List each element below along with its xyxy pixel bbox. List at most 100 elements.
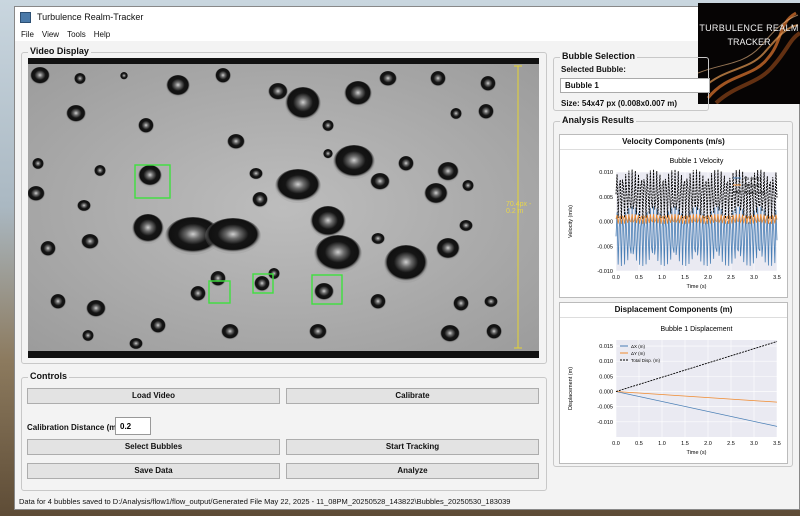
legend-label: ΔX (m) xyxy=(631,344,646,349)
calibration-distance-label: Calibration Distance (m): xyxy=(27,423,122,432)
bubble xyxy=(314,283,334,301)
menu-help[interactable]: Help xyxy=(94,30,110,39)
legend-label: ΔY (m) xyxy=(631,351,645,356)
selected-bubble-label: Selected Bubble: xyxy=(561,65,626,74)
controls-title: Controls xyxy=(28,371,69,381)
bubble xyxy=(440,325,460,343)
load-video-button[interactable]: Load Video xyxy=(27,388,280,404)
y-tick-label: 0.015 xyxy=(599,344,613,350)
bubble xyxy=(40,241,56,257)
select-bubbles-button[interactable]: Select Bubbles xyxy=(27,439,280,455)
legend-label: Vy (m/s) xyxy=(744,183,761,188)
velocity-chart: Bubble 1 Velocity 0.0 0.5 1.0 1.5 2.0 2.5 3.0 3.… xyxy=(568,158,781,290)
selected-bubble-dropdown[interactable]: Bubble 1 xyxy=(560,78,710,93)
velocity-panel: Velocity Components (m/s) Bubble 1 Veloc… xyxy=(559,134,788,298)
bubble xyxy=(252,192,268,208)
bubble xyxy=(370,173,390,191)
x-axis-label: Time (s) xyxy=(687,450,707,456)
bubble xyxy=(86,300,106,318)
logo-line-2: TRACKER xyxy=(727,37,771,47)
bubble xyxy=(453,296,469,312)
bubble xyxy=(81,234,99,250)
bubble xyxy=(462,180,474,192)
chart-title: Bubble 1 Velocity xyxy=(670,158,724,165)
y-tick-label: 0.005 xyxy=(599,374,613,380)
x-tick-label: 0.0 xyxy=(612,441,620,447)
calibration-distance-input[interactable] xyxy=(115,417,151,435)
app-logo: TURBULENCE REALM TRACKER xyxy=(698,3,800,104)
y-tick-label: 0.000 xyxy=(599,390,613,396)
y-tick-label: 0.010 xyxy=(599,359,613,365)
logo-line-1: TURBULENCE REALM xyxy=(699,23,799,33)
video-frame[interactable]: 70.4px - 0.2 m xyxy=(28,58,539,358)
bubble xyxy=(333,145,375,179)
y-tick-label: 0.000 xyxy=(599,220,613,226)
bubble xyxy=(129,338,143,350)
y-tick-label: 0.010 xyxy=(599,170,613,176)
x-tick-label: 1.0 xyxy=(658,441,666,447)
bubble xyxy=(478,104,494,120)
x-tick-label: 3.0 xyxy=(750,275,758,281)
bubble xyxy=(30,67,50,85)
bubble xyxy=(371,233,385,245)
window-title: Turbulence Realm-Tracker xyxy=(37,12,144,22)
bubble xyxy=(384,245,428,283)
y-tick-label: -0.005 xyxy=(597,405,613,411)
bubble xyxy=(66,105,86,123)
legend-label: Vx (m/s) xyxy=(744,176,761,181)
bubble xyxy=(249,168,263,180)
menu-bar: File View Tools Help xyxy=(15,27,799,41)
bubble xyxy=(74,73,86,85)
analysis-results-title: Analysis Results xyxy=(560,115,637,125)
bubble xyxy=(398,156,414,172)
bubble xyxy=(322,120,334,132)
video-image[interactable] xyxy=(28,64,539,351)
velocity-panel-title: Velocity Components (m/s) xyxy=(560,135,787,150)
menu-tools[interactable]: Tools xyxy=(67,30,86,39)
menu-view[interactable]: View xyxy=(42,30,59,39)
bubble xyxy=(215,68,231,84)
y-axis-label: Displacement (m) xyxy=(568,367,574,410)
bubble xyxy=(94,165,106,177)
menu-file[interactable]: File xyxy=(21,30,34,39)
displacement-chart: Bubble 1 Displacement 0.0 0.5 1.0 1.5 2.0 2.5 3… xyxy=(568,326,781,456)
bubble xyxy=(32,158,44,170)
start-tracking-button[interactable]: Start Tracking xyxy=(286,439,539,455)
bubble xyxy=(221,324,239,340)
save-data-button[interactable]: Save Data xyxy=(27,463,280,479)
bubble xyxy=(344,81,372,107)
x-tick-label: 0.5 xyxy=(635,275,643,281)
bubble xyxy=(210,271,226,287)
bubble xyxy=(82,330,94,342)
app-icon xyxy=(20,11,31,23)
video-display-title: Video Display xyxy=(28,46,91,56)
bubble-selection-group: Bubble Selection Selected Bubble: Bubble… xyxy=(553,51,710,111)
bubble xyxy=(268,83,288,101)
app-window: Turbulence Realm-Tracker File View Tools… xyxy=(14,3,800,510)
bubble xyxy=(205,218,261,254)
analyze-button[interactable]: Analyze xyxy=(286,463,539,479)
x-tick-label: 3.5 xyxy=(773,441,781,447)
bubble xyxy=(138,118,154,134)
video-display-group: Video Display 70.4px - 0.2 m xyxy=(21,46,547,364)
x-tick-label: 0.0 xyxy=(612,275,620,281)
bubble xyxy=(150,318,166,334)
bubble xyxy=(120,72,128,80)
title-bar[interactable]: Turbulence Realm-Tracker xyxy=(15,7,799,27)
bubble xyxy=(437,162,459,182)
bubble xyxy=(486,324,502,340)
status-bar: Data for 4 bubbles saved to D:/Analysis/… xyxy=(19,497,511,506)
x-tick-label: 1.5 xyxy=(681,441,689,447)
bubble xyxy=(310,206,346,238)
bubble xyxy=(459,220,473,232)
bubble xyxy=(370,294,386,310)
bubble xyxy=(484,296,498,308)
bubble xyxy=(379,71,397,87)
flame-graphic xyxy=(698,11,800,104)
x-tick-label: 3.0 xyxy=(750,441,758,447)
y-tick-label: -0.010 xyxy=(597,420,613,426)
bubble xyxy=(132,214,164,244)
x-axis-label: Time (s) xyxy=(687,284,707,290)
calibration-overlay: 70.4px - 0.2 m xyxy=(506,201,532,215)
calibrate-button[interactable]: Calibrate xyxy=(286,388,539,404)
